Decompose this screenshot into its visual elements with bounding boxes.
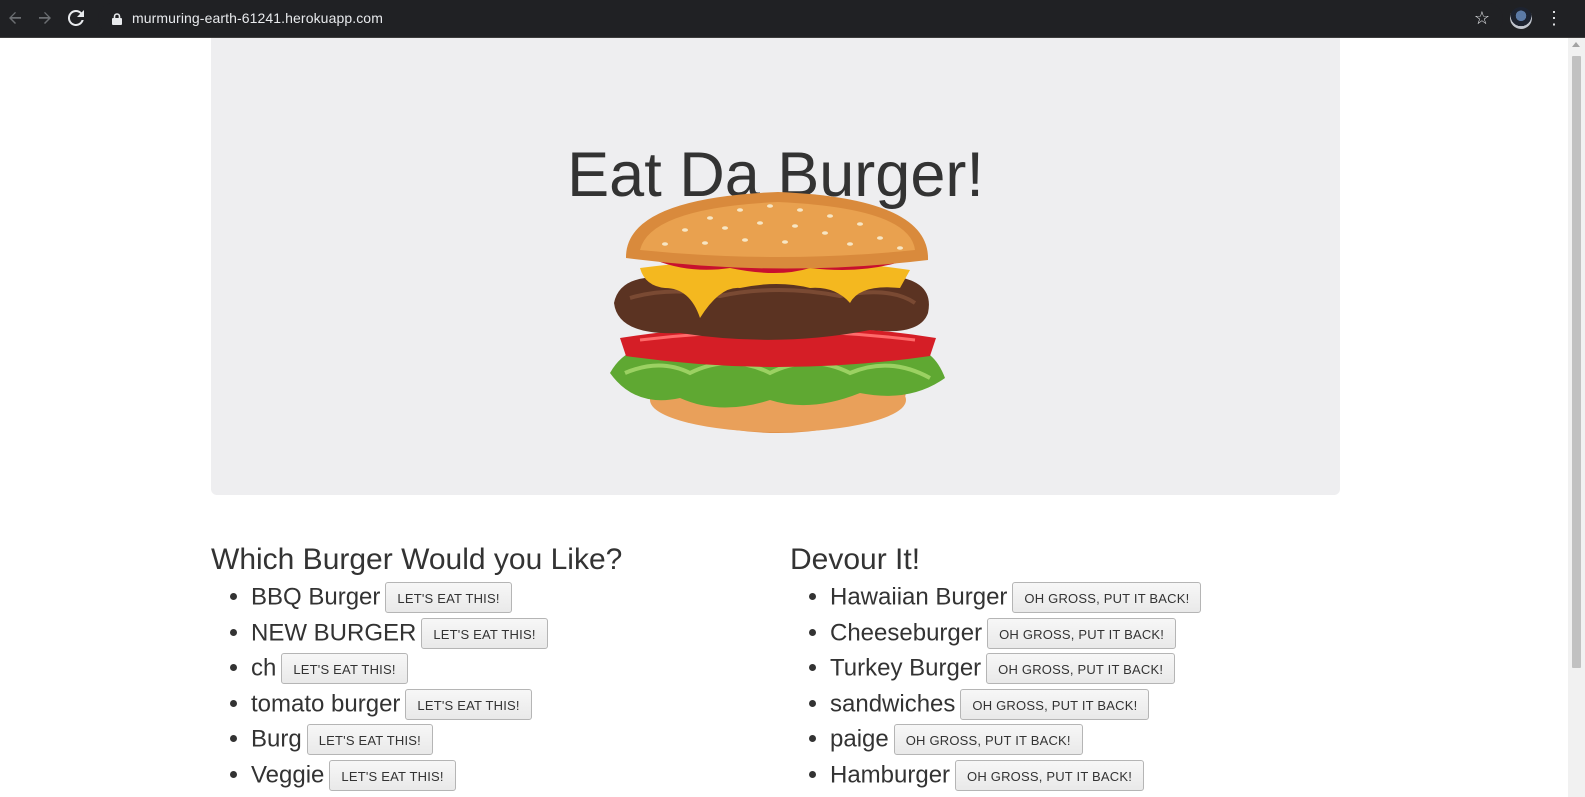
burger-name: paige (830, 725, 889, 753)
eat-burger-button[interactable]: LET'S EAT THIS! (405, 688, 532, 720)
eat-burger-button[interactable]: LET'S EAT THIS! (385, 582, 512, 614)
eat-burger-button[interactable]: LET'S EAT THIS! (421, 617, 548, 649)
burger-name: Cheeseburger (830, 619, 983, 647)
burgers-available-column: Which Burger Would you Like? BBQ BurgerL… (211, 540, 771, 793)
list-item: VeggieLET'S EAT THIS! (251, 758, 771, 794)
browser-menu-icon[interactable]: ⋮ (1545, 6, 1563, 30)
put-back-button[interactable]: OH GROSS, PUT IT BACK! (986, 653, 1176, 685)
burger-name: Veggie (251, 761, 325, 789)
burger-name: tomato burger (251, 690, 401, 718)
burger-image (610, 192, 945, 433)
url-text: murmuring-earth-61241.herokuapp.com (132, 10, 383, 26)
put-back-button[interactable]: OH GROSS, PUT IT BACK! (987, 617, 1177, 649)
burger-name: BBQ Burger (251, 583, 381, 611)
devour-heading: Devour It! (790, 543, 921, 576)
burger-name: ch (251, 654, 277, 682)
list-item: BurgLET'S EAT THIS! (251, 722, 771, 758)
list-item: HamburgerOH GROSS, PUT IT BACK! (830, 758, 1350, 794)
list-item: BBQ BurgerLET'S EAT THIS! (251, 580, 771, 616)
devoured-burger-list: Hawaiian BurgerOH GROSS, PUT IT BACK! Ch… (790, 580, 1350, 793)
devoured-burgers-column: Devour It! Hawaiian BurgerOH GROSS, PUT … (790, 540, 1350, 793)
burger-name: Burg (251, 725, 302, 753)
forward-arrow-icon[interactable] (33, 6, 57, 30)
browser-toolbar: murmuring-earth-61241.herokuapp.com ☆ ⋮ (0, 0, 1585, 38)
list-item: CheeseburgerOH GROSS, PUT IT BACK! (830, 616, 1350, 652)
burger-name: NEW BURGER (251, 619, 417, 647)
lock-icon (112, 12, 122, 25)
jumbotron-header: Eat Da Burger! (211, 38, 1340, 495)
list-item: Hawaiian BurgerOH GROSS, PUT IT BACK! (830, 580, 1350, 616)
profile-avatar[interactable] (1510, 7, 1532, 29)
put-back-button[interactable]: OH GROSS, PUT IT BACK! (893, 724, 1083, 756)
bookmark-star-icon[interactable]: ☆ (1470, 6, 1494, 30)
back-arrow-icon[interactable] (3, 6, 27, 30)
eat-burger-button[interactable]: LET'S EAT THIS! (306, 724, 433, 756)
eat-burger-button[interactable]: LET'S EAT THIS! (329, 759, 456, 791)
available-heading: Which Burger Would you Like? (211, 543, 623, 576)
available-burger-list: BBQ BurgerLET'S EAT THIS! NEW BURGERLET'… (211, 580, 771, 793)
list-item: NEW BURGERLET'S EAT THIS! (251, 616, 771, 652)
put-back-button[interactable]: OH GROSS, PUT IT BACK! (955, 759, 1145, 791)
list-item: chLET'S EAT THIS! (251, 651, 771, 687)
put-back-button[interactable]: OH GROSS, PUT IT BACK! (960, 688, 1150, 720)
eat-burger-button[interactable]: LET'S EAT THIS! (281, 653, 408, 685)
put-back-button[interactable]: OH GROSS, PUT IT BACK! (1012, 582, 1202, 614)
scroll-up-arrow-icon[interactable] (1572, 42, 1580, 47)
burger-name: sandwiches (830, 690, 956, 718)
burger-name: Hawaiian Burger (830, 583, 1008, 611)
list-item: tomato burgerLET'S EAT THIS! (251, 687, 771, 723)
list-item: paigeOH GROSS, PUT IT BACK! (830, 722, 1350, 758)
burger-name: Hamburger (830, 761, 951, 789)
list-item: Turkey BurgerOH GROSS, PUT IT BACK! (830, 651, 1350, 687)
burger-name: Turkey Burger (830, 654, 982, 682)
list-item: sandwichesOH GROSS, PUT IT BACK! (830, 687, 1350, 723)
scroll-thumb[interactable] (1572, 56, 1581, 668)
address-bar[interactable]: murmuring-earth-61241.herokuapp.com (98, 3, 1503, 34)
reload-icon[interactable] (64, 6, 88, 30)
page-scrollbar[interactable] (1568, 38, 1585, 797)
